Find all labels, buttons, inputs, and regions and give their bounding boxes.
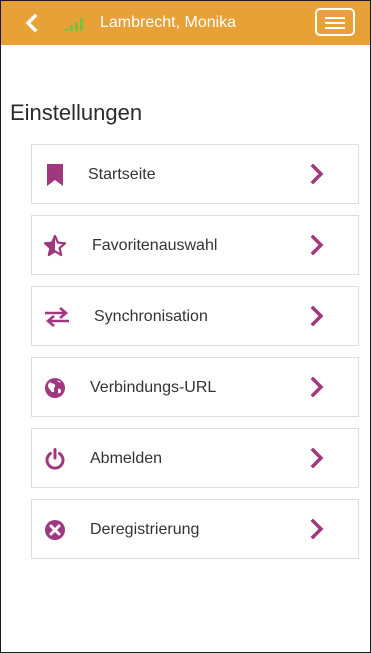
hamburger-menu-icon[interactable] — [315, 8, 355, 36]
settings-item-label: Favoritenauswahl — [92, 237, 218, 254]
chevron-right-icon — [310, 518, 324, 540]
chevron-right-icon — [310, 447, 324, 469]
power-icon — [43, 447, 67, 471]
remove-circle-icon — [43, 518, 67, 542]
signal-strength-icon — [65, 17, 87, 31]
sync-arrows-icon — [43, 305, 69, 329]
user-name-title: Lambrecht, Monika — [100, 14, 237, 31]
settings-item-label: Startseite — [88, 166, 156, 183]
chevron-right-icon — [310, 234, 324, 256]
settings-item-abmelden[interactable]: Abmelden — [31, 428, 359, 488]
chevron-right-icon — [310, 305, 324, 327]
settings-item-label: Abmelden — [90, 450, 163, 467]
settings-item-synchronisation[interactable]: Synchronisation — [31, 286, 359, 346]
page-title: Einstellungen — [10, 100, 143, 125]
settings-item-label: Verbindungs-URL — [90, 379, 217, 396]
settings-item-startseite[interactable]: Startseite — [31, 144, 359, 204]
settings-item-favoritenauswahl[interactable]: Favoritenauswahl — [31, 215, 359, 275]
app-frame: Lambrecht, Monika Einstellungen Startsei… — [0, 0, 371, 653]
chevron-left-icon[interactable] — [23, 13, 41, 33]
settings-item-label: Synchronisation — [94, 308, 208, 325]
settings-item-verbindungs-url[interactable]: Verbindungs-URL — [31, 357, 359, 417]
star-icon — [43, 234, 67, 258]
bookmark-icon — [43, 163, 67, 187]
chevron-right-icon — [310, 376, 324, 398]
settings-item-deregistrierung[interactable]: Deregistrierung — [31, 499, 359, 559]
chevron-right-icon — [310, 163, 324, 185]
settings-item-label: Deregistrierung — [90, 521, 200, 538]
top-navigation-bar: Lambrecht, Monika — [1, 1, 370, 65]
globe-icon — [43, 376, 67, 400]
